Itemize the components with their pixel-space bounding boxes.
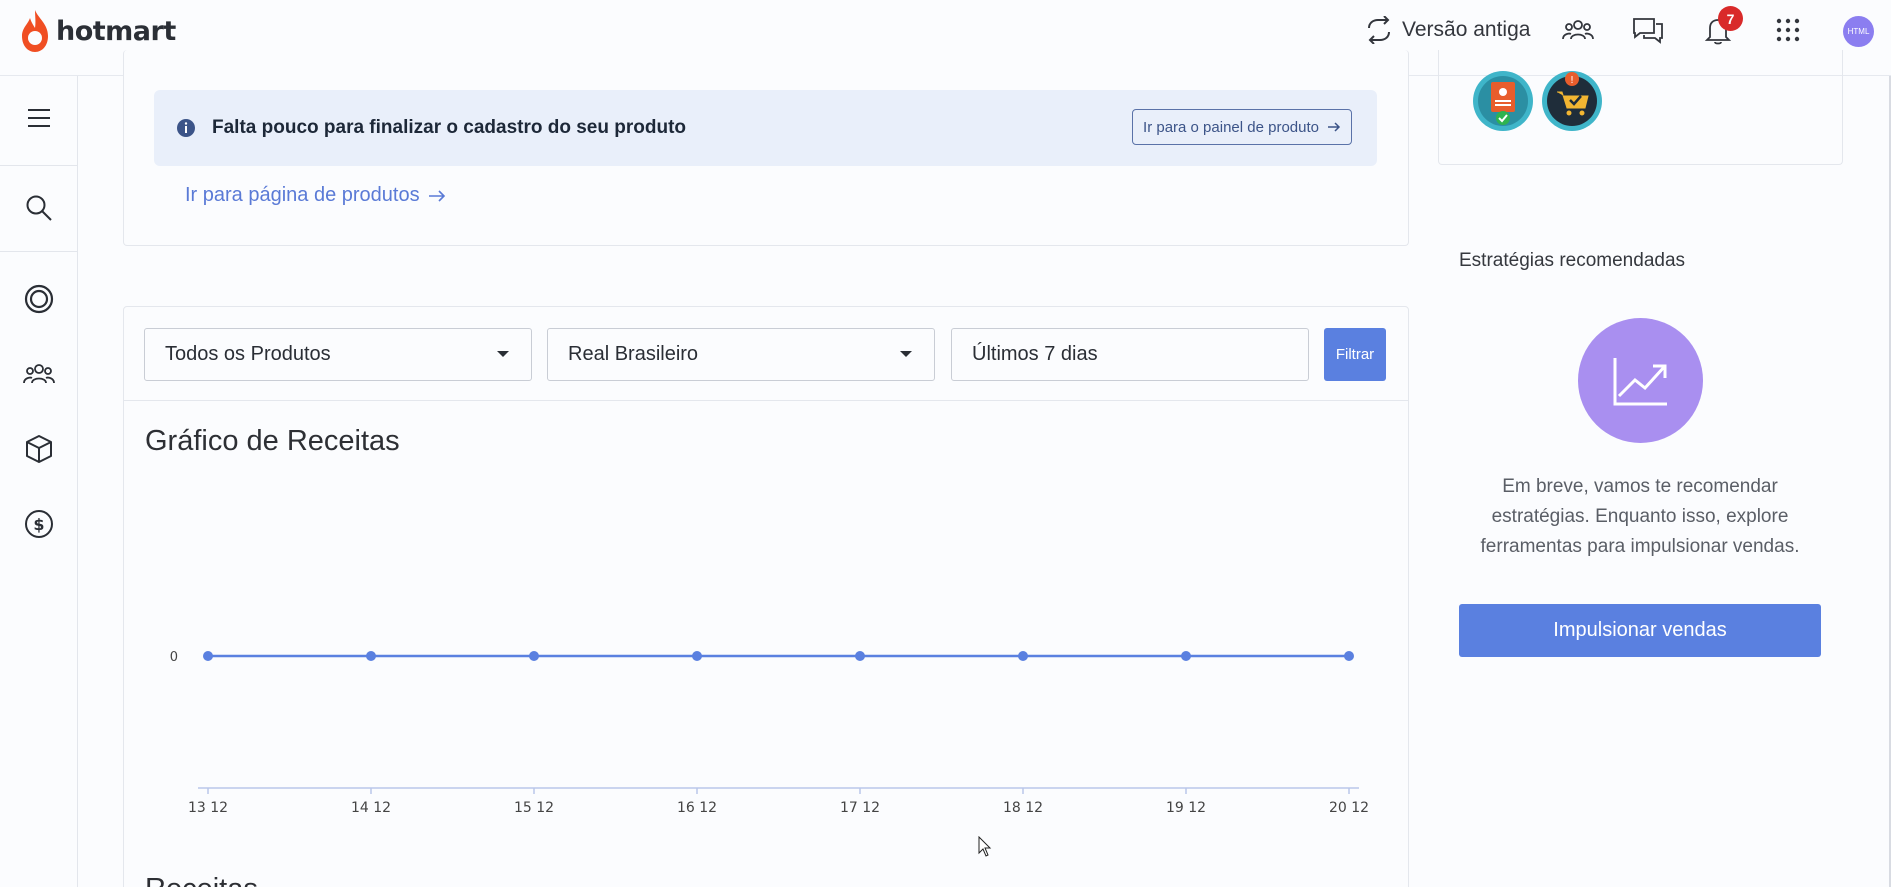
chat-icon xyxy=(1633,18,1663,44)
user-avatar[interactable]: HTML xyxy=(1843,16,1874,47)
svg-text:$: $ xyxy=(33,515,44,534)
achievements-card: ! xyxy=(1438,50,1843,165)
currency-select[interactable]: Real Brasileiro xyxy=(547,328,935,381)
revenue-section-title: Receitas xyxy=(145,873,258,887)
strategies-illustration xyxy=(1578,318,1703,443)
incomplete-product-alert: Falta pouco para finalizar o cadastro do… xyxy=(154,90,1377,166)
info-icon xyxy=(177,119,195,137)
filter-button[interactable]: Filtrar xyxy=(1324,328,1386,381)
arrow-right-icon xyxy=(428,189,445,202)
community-icon xyxy=(1562,20,1594,40)
data-point[interactable] xyxy=(366,651,376,661)
product-panel-button[interactable]: Ir para o painel de produto xyxy=(1132,109,1352,145)
data-point[interactable] xyxy=(1018,651,1028,661)
x-tick-label: 15 12 xyxy=(514,800,554,816)
sidebar-item-sales[interactable]: $ xyxy=(0,499,78,549)
revenue-chart-card: Todos os Produtos Real Brasileiro Último… xyxy=(123,306,1409,887)
sidebar-item-products[interactable] xyxy=(0,424,78,474)
notifications-badge: 7 xyxy=(1718,6,1743,31)
certificate-badge-icon[interactable] xyxy=(1472,70,1534,132)
sidebar-item-goals[interactable] xyxy=(0,274,78,324)
target-icon xyxy=(24,284,54,314)
flame-icon xyxy=(22,10,48,52)
sidebar-divider xyxy=(0,251,78,252)
chevron-down-icon xyxy=(497,351,509,357)
mouse-cursor-icon xyxy=(978,836,992,857)
sidebar-search-button[interactable] xyxy=(0,183,78,233)
apps-grid-icon xyxy=(1776,18,1800,42)
arrow-right-icon xyxy=(1328,122,1341,132)
product-select-value: Todos os Produtos xyxy=(165,343,331,365)
x-tick-label: 14 12 xyxy=(351,800,391,816)
product-select[interactable]: Todos os Produtos xyxy=(144,328,532,381)
box-icon xyxy=(26,435,52,463)
x-tick-label: 18 12 xyxy=(1003,800,1043,816)
switch-version-icon xyxy=(1368,16,1390,44)
data-point[interactable] xyxy=(1344,651,1354,661)
sidebar: $ xyxy=(0,76,78,887)
x-tick-label: 20 12 xyxy=(1329,800,1369,816)
y-tick-label: 0 xyxy=(170,650,178,665)
product-status-card: Falta pouco para finalizar o cadastro do… xyxy=(123,50,1409,246)
apps-button[interactable] xyxy=(1770,10,1806,50)
svg-text:!: ! xyxy=(1570,75,1574,86)
brand-name: hotmart xyxy=(56,15,176,47)
strategies-description: Em breve, vamos te recomendar estratégia… xyxy=(1480,476,1800,557)
menu-icon xyxy=(28,109,50,127)
old-version-button[interactable]: Versão antiga xyxy=(1364,10,1530,50)
alert-message: Falta pouco para finalizar o cadastro do… xyxy=(212,117,687,138)
boost-sales-button[interactable]: Impulsionar vendas xyxy=(1459,604,1821,657)
users-icon xyxy=(23,364,55,384)
chart-title: Gráfico de Receitas xyxy=(145,425,400,457)
product-panel-label: Ir para o painel de produto xyxy=(1143,118,1319,136)
x-tick-label: 16 12 xyxy=(677,800,717,816)
dollar-icon: $ xyxy=(25,510,53,538)
x-tick-label: 17 12 xyxy=(840,800,880,816)
data-point[interactable] xyxy=(1181,651,1191,661)
data-point[interactable] xyxy=(855,651,865,661)
period-value: Últimos 7 dias xyxy=(972,343,1098,365)
products-page-label: Ir para página de produtos xyxy=(185,184,420,206)
avatar-initials: HTML xyxy=(1847,27,1870,36)
data-point[interactable] xyxy=(529,651,539,661)
data-point[interactable] xyxy=(692,651,702,661)
period-input[interactable]: Últimos 7 dias xyxy=(951,328,1309,381)
chevron-down-icon xyxy=(900,351,912,357)
revenue-line-chart: 0 13 12 14 12 15 12 16 12 17 12 18 12 19 12 20 1… xyxy=(170,650,1369,816)
currency-select-value: Real Brasileiro xyxy=(568,343,699,365)
chat-button[interactable] xyxy=(1630,10,1666,50)
sidebar-divider xyxy=(0,165,78,166)
community-button[interactable] xyxy=(1560,10,1596,50)
filter-bar: Todos os Produtos Real Brasileiro Último… xyxy=(124,307,1408,401)
cart-badge-icon[interactable]: ! xyxy=(1541,70,1603,132)
data-point[interactable] xyxy=(203,651,213,661)
trend-up-icon xyxy=(1613,357,1667,405)
strategies-title: Estratégias recomendadas xyxy=(1459,250,1686,271)
sidebar-menu-button[interactable] xyxy=(0,93,78,143)
sidebar-item-users[interactable] xyxy=(0,349,78,399)
x-tick-label: 19 12 xyxy=(1166,800,1206,816)
x-tick-label: 13 12 xyxy=(188,800,228,816)
old-version-label: Versão antiga xyxy=(1402,18,1531,41)
search-icon xyxy=(26,195,52,221)
products-page-link[interactable]: Ir para página de produtos xyxy=(185,184,446,207)
